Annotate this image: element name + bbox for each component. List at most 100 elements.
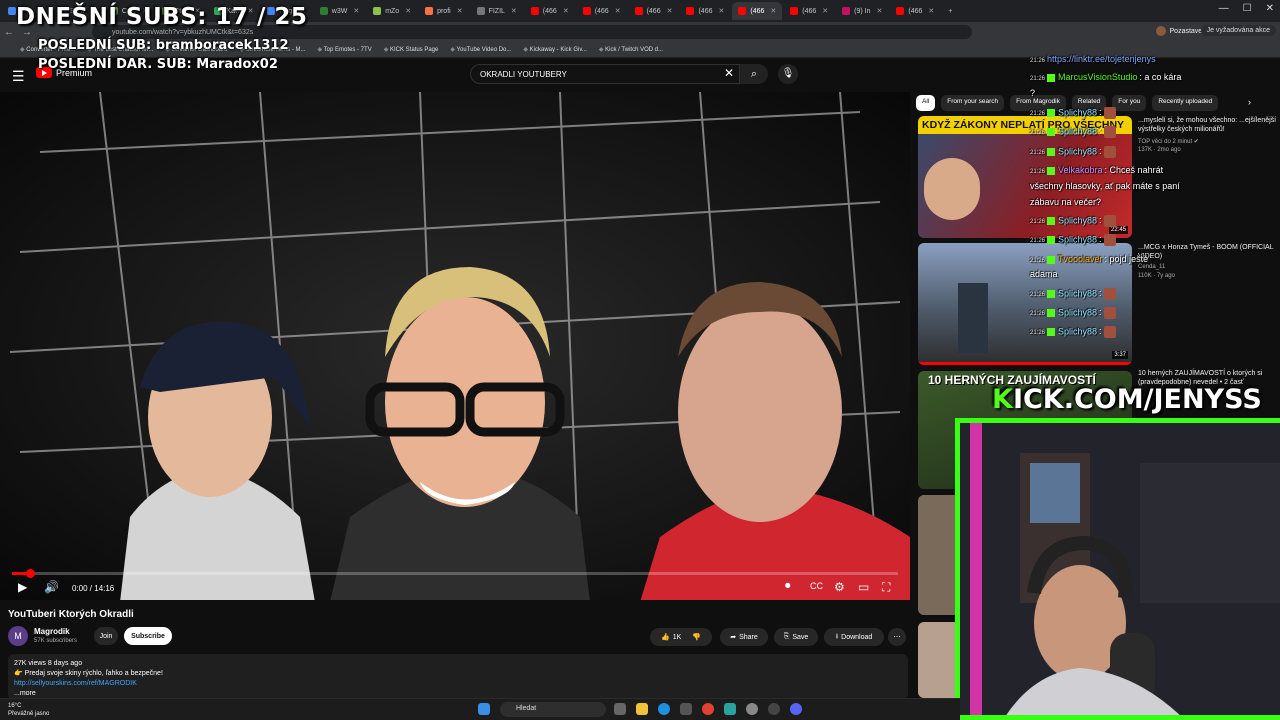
tab-close-icon[interactable]: ✕ <box>770 7 776 15</box>
more-actions-button[interactable]: ⋯ <box>888 628 906 646</box>
chat-timestamp: 21:26 <box>1030 169 1046 175</box>
chat-username[interactable]: Velkakobra <box>1058 165 1103 175</box>
bookmark-item[interactable]: YouTube Video Do... <box>450 46 512 53</box>
chat-username[interactable]: Splichy88 <box>1058 288 1097 298</box>
minimize-icon[interactable]: — <box>1219 3 1229 14</box>
filter-chip[interactable]: All <box>916 95 936 111</box>
autoplay-toggle-icon[interactable]: ⏺ <box>785 580 791 593</box>
store-icon[interactable] <box>680 703 692 715</box>
settings-gear-icon[interactable]: ⚙ <box>834 580 845 594</box>
bookmark-item[interactable]: Kickaway - Kick Giv... <box>523 46 587 53</box>
tab-close-icon[interactable]: ✕ <box>457 7 463 15</box>
tab-close-icon[interactable]: ✕ <box>511 7 517 15</box>
filter-chip[interactable]: For you <box>1112 95 1147 111</box>
browser-tab[interactable]: (466 ✕ <box>525 2 575 20</box>
play-icon[interactable]: ▶ <box>18 580 27 594</box>
browser-tab[interactable]: (466 ✕ <box>577 2 627 20</box>
browser-tab[interactable]: FIZIL ✕ <box>471 2 523 20</box>
chat-username[interactable]: Splichy88 <box>1058 326 1097 336</box>
search-input[interactable]: OKRADLI YOUTUBERY <box>470 64 740 84</box>
fullscreen-icon[interactable]: ⛶ <box>882 580 890 595</box>
video-player[interactable] <box>0 92 910 600</box>
tab-close-icon[interactable]: ✕ <box>563 7 569 15</box>
task-view-icon[interactable] <box>614 703 626 715</box>
menu-icon[interactable]: ☰ <box>12 68 25 85</box>
recommendation-title-1[interactable]: ...myslelí si, že mohou všechno: ...ejší… <box>1138 116 1278 134</box>
save-label: Save <box>792 633 809 641</box>
tab-close-icon[interactable]: ✕ <box>928 7 934 15</box>
chevron-right-icon[interactable]: › <box>1248 97 1251 107</box>
browser-tab[interactable]: (466 ✕ <box>890 2 940 20</box>
tab-close-icon[interactable]: ✕ <box>405 7 411 15</box>
channel-name[interactable]: Magrodik <box>34 627 70 636</box>
browser-tab[interactable]: mZo ✕ <box>367 2 417 20</box>
tab-close-icon[interactable]: ✕ <box>718 7 724 15</box>
share-button[interactable]: ➦ Share <box>720 628 768 646</box>
captions-icon[interactable]: CC <box>810 581 823 591</box>
filter-chip[interactable]: From your search <box>941 95 1005 111</box>
obs-icon[interactable] <box>768 703 780 715</box>
chat-username[interactable]: Splichy88 <box>1058 215 1097 225</box>
chat-emote-icon <box>1103 146 1116 158</box>
miniplayer-icon[interactable]: ▭ <box>858 580 869 594</box>
streamer-webcam <box>955 418 1280 720</box>
taskbar-search[interactable]: Hledat <box>500 702 606 717</box>
chat-text[interactable]: https://linktr.ee/tojetenjenys <box>1047 54 1156 64</box>
description-link[interactable]: http://sellyourskins.com/ref/MAGRODIK <box>14 679 902 689</box>
tab-close-icon[interactable]: ✕ <box>822 7 828 15</box>
tab-close-icon[interactable]: ✕ <box>353 7 359 15</box>
chat-username[interactable]: Splichy88 <box>1058 146 1097 156</box>
chat-username[interactable]: Tvooolaver <box>1058 254 1103 264</box>
chat-username[interactable]: Splichy88 <box>1058 126 1097 136</box>
chat-message: 21:26 Splichy88: <box>1030 326 1116 338</box>
chrome-icon[interactable] <box>702 703 714 715</box>
channel-avatar[interactable]: M <box>8 626 28 646</box>
clear-search-icon[interactable]: ✕ <box>724 66 734 80</box>
chat-username[interactable]: Splichy88 <box>1058 234 1097 244</box>
file-explorer-icon[interactable] <box>636 703 648 715</box>
chat-username[interactable]: Splichy88 <box>1058 307 1097 317</box>
tab-close-icon[interactable]: ✕ <box>876 7 882 15</box>
like-icon[interactable]: 👍 <box>661 633 670 641</box>
edge-icon[interactable] <box>658 703 670 715</box>
dislike-icon[interactable]: 👎 <box>692 633 701 641</box>
chat-username[interactable]: MarcusVisionStudio <box>1058 72 1137 82</box>
download-button[interactable]: ⭳ Download <box>824 628 884 646</box>
action-required-button[interactable]: Je vyžadována akce <box>1200 25 1276 36</box>
app-icon[interactable] <box>724 703 736 715</box>
search-button[interactable]: ⌕ <box>740 64 768 84</box>
browser-tab[interactable]: (9) In ✕ <box>836 2 888 20</box>
recommendation-channel-2[interactable]: Cenda_11 <box>1138 264 1165 270</box>
bookmark-item[interactable]: KICK Status Page <box>384 46 438 53</box>
save-button[interactable]: ⎘ Save <box>774 628 818 646</box>
join-button[interactable]: Join <box>94 627 118 645</box>
browser-tab[interactable]: (466 ✕ <box>784 2 834 20</box>
maximize-icon[interactable]: ☐ <box>1243 3 1252 14</box>
weather-widget[interactable]: 16°C Převážně jasno <box>8 702 49 718</box>
discord-icon[interactable] <box>790 703 802 715</box>
close-window-icon[interactable]: ✕ <box>1266 3 1274 14</box>
subscribe-button[interactable]: Subscribe <box>124 627 172 645</box>
volume-icon[interactable]: 🔊 <box>44 580 59 594</box>
tab-close-icon[interactable]: ✕ <box>615 7 621 15</box>
bookmark-item[interactable]: Kick / Twitch VOD d... <box>599 46 663 53</box>
chat-username[interactable]: Splichy88 <box>1058 107 1097 117</box>
browser-tab[interactable]: profi ✕ <box>419 2 469 20</box>
tab-close-icon[interactable]: ✕ <box>667 7 673 15</box>
bookmark-item[interactable]: Top Emotes - 7TV <box>317 46 372 53</box>
browser-tab[interactable]: (466 ✕ <box>680 2 730 20</box>
like-count[interactable]: 1K <box>673 634 682 641</box>
browser-tab[interactable]: (466 ✕ <box>732 2 783 20</box>
scrubber-handle[interactable] <box>25 569 35 578</box>
browser-tab[interactable]: (466 ✕ <box>629 2 679 20</box>
filter-chip[interactable]: Recently uploaded <box>1152 95 1219 111</box>
new-tab-icon[interactable]: + <box>942 2 958 20</box>
recommendation-channel-1[interactable]: TOP věci do 2 minut ✔ <box>1138 138 1199 145</box>
recommendation-title-2[interactable]: ...MCG x Honza Tymeš - BOOM (OFFICIAL VI… <box>1138 243 1278 261</box>
voice-search-button[interactable]: 🎙 <box>778 64 798 84</box>
start-icon[interactable] <box>478 703 490 715</box>
video-description[interactable]: 27K views 8 days ago 👉 Predaj svoje skin… <box>8 654 908 700</box>
app-icon[interactable] <box>746 703 758 715</box>
video-progress-bar[interactable] <box>12 569 898 578</box>
browser-tab[interactable]: w3W ✕ <box>314 2 365 20</box>
